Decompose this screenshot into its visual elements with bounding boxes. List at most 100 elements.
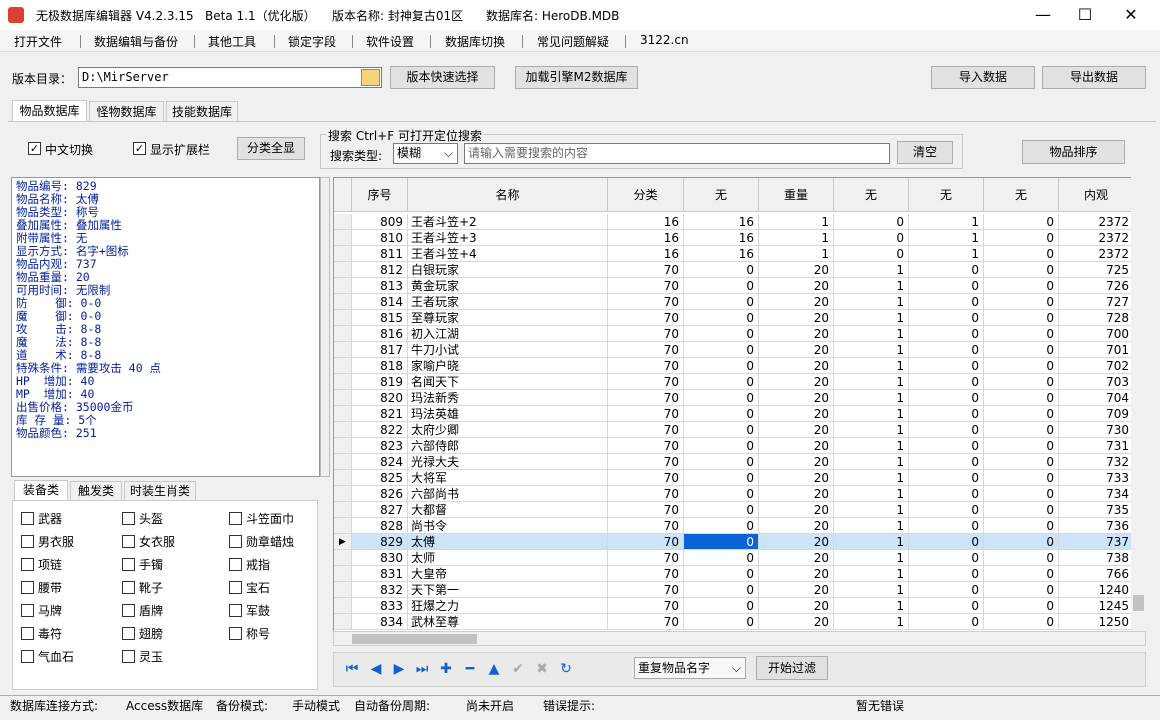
table-cell[interactable]: 733 — [1059, 470, 1134, 486]
table-cell[interactable]: 20 — [759, 406, 834, 422]
grid-header[interactable]: 序号 — [352, 178, 408, 212]
minimize-button[interactable]: — — [1020, 0, 1066, 30]
table-cell[interactable]: 16 — [684, 246, 759, 262]
table-cell[interactable]: 0 — [684, 614, 759, 630]
table-cell[interactable]: 大将军 — [408, 470, 608, 486]
table-cell[interactable]: 817 — [352, 342, 408, 358]
edit-record-icon[interactable]: ▲ — [485, 660, 503, 678]
table-cell[interactable]: 0 — [834, 246, 909, 262]
row-indicator[interactable] — [334, 566, 352, 582]
table-cell[interactable]: 光禄大夫 — [408, 454, 608, 470]
table-cell[interactable]: 819 — [352, 374, 408, 390]
table-cell[interactable]: 725 — [1059, 262, 1134, 278]
table-cell[interactable]: 20 — [759, 470, 834, 486]
table-row[interactable]: 833 狂爆之力 70 0 20 1 0 0 1245 — [334, 598, 1134, 614]
row-indicator[interactable] — [334, 406, 352, 422]
category-checkbox[interactable] — [229, 627, 242, 640]
tab-monsters[interactable]: 怪物数据库 — [89, 101, 164, 121]
table-cell[interactable]: 0 — [984, 470, 1059, 486]
table-cell[interactable]: 20 — [759, 566, 834, 582]
table-cell[interactable]: 70 — [608, 454, 684, 470]
table-cell[interactable]: 1 — [834, 454, 909, 470]
maximize-button[interactable]: ☐ — [1062, 0, 1108, 30]
table-cell[interactable]: 20 — [759, 374, 834, 390]
table-cell[interactable]: 809 — [352, 214, 408, 230]
table-cell[interactable]: 1 — [759, 214, 834, 230]
table-cell[interactable]: 70 — [608, 502, 684, 518]
grid-header[interactable]: 分类 — [608, 178, 684, 212]
table-row[interactable]: 817 牛刀小试 70 0 20 1 0 0 701 — [334, 342, 1134, 358]
table-cell[interactable]: 0 — [984, 358, 1059, 374]
table-cell[interactable]: 大皇帝 — [408, 566, 608, 582]
table-cell[interactable]: 16 — [608, 246, 684, 262]
table-cell[interactable]: 70 — [608, 534, 684, 550]
category-checkbox[interactable] — [229, 604, 242, 617]
table-row[interactable]: 810 王者斗笠+3 16 16 1 0 1 0 2372 — [334, 230, 1134, 246]
table-cell[interactable]: 816 — [352, 326, 408, 342]
category-checkbox[interactable] — [21, 535, 34, 548]
table-cell[interactable]: 0 — [984, 550, 1059, 566]
table-row[interactable]: 813 黄金玩家 70 0 20 1 0 0 726 — [334, 278, 1134, 294]
table-row[interactable]: 823 六部侍郎 70 0 20 1 0 0 731 — [334, 438, 1134, 454]
table-row[interactable]: 820 玛法新秀 70 0 20 1 0 0 704 — [334, 390, 1134, 406]
table-cell[interactable]: 1 — [834, 534, 909, 550]
chinese-switch-checkbox[interactable]: ✓ — [28, 142, 41, 155]
post-record-icon[interactable]: ✔ — [509, 660, 527, 678]
table-cell[interactable]: 20 — [759, 614, 834, 630]
table-cell[interactable]: 0 — [909, 518, 984, 534]
table-cell[interactable]: 20 — [759, 582, 834, 598]
table-cell[interactable]: 704 — [1059, 390, 1134, 406]
table-cell[interactable]: 20 — [759, 550, 834, 566]
table-cell[interactable]: 20 — [759, 390, 834, 406]
menu-site[interactable]: 3122.cn — [640, 33, 689, 47]
category-checkbox[interactable] — [122, 650, 135, 663]
table-cell[interactable]: 0 — [684, 294, 759, 310]
table-cell[interactable]: 0 — [684, 358, 759, 374]
table-cell[interactable]: 0 — [684, 374, 759, 390]
table-cell[interactable]: 武林至尊 — [408, 614, 608, 630]
table-cell[interactable]: 0 — [684, 470, 759, 486]
table-cell[interactable]: 0 — [684, 342, 759, 358]
row-indicator[interactable] — [334, 310, 352, 326]
table-cell[interactable]: 1 — [834, 342, 909, 358]
row-indicator[interactable] — [334, 454, 352, 470]
table-cell[interactable]: 735 — [1059, 502, 1134, 518]
table-cell[interactable]: 太傅 — [408, 534, 608, 550]
table-cell[interactable]: 825 — [352, 470, 408, 486]
row-indicator[interactable] — [334, 214, 352, 230]
table-cell[interactable]: 0 — [984, 406, 1059, 422]
table-cell[interactable]: 732 — [1059, 454, 1134, 470]
table-cell[interactable]: 0 — [909, 598, 984, 614]
table-cell[interactable]: 70 — [608, 294, 684, 310]
table-cell[interactable]: 0 — [684, 566, 759, 582]
table-cell[interactable]: 太师 — [408, 550, 608, 566]
tab-equipment[interactable]: 装备类 — [14, 480, 68, 500]
table-cell[interactable]: 至尊玩家 — [408, 310, 608, 326]
table-cell[interactable]: 0 — [909, 326, 984, 342]
table-cell[interactable]: 0 — [684, 486, 759, 502]
table-cell[interactable]: 1 — [759, 230, 834, 246]
table-cell[interactable]: 1 — [834, 486, 909, 502]
table-cell[interactable]: 20 — [759, 422, 834, 438]
row-indicator[interactable] — [334, 438, 352, 454]
table-cell[interactable]: 70 — [608, 486, 684, 502]
table-cell[interactable]: 822 — [352, 422, 408, 438]
table-cell[interactable]: 832 — [352, 582, 408, 598]
table-cell[interactable]: 0 — [984, 246, 1059, 262]
table-cell[interactable]: 0 — [984, 598, 1059, 614]
table-cell[interactable]: 狂爆之力 — [408, 598, 608, 614]
table-cell[interactable]: 16 — [608, 230, 684, 246]
table-cell[interactable]: 0 — [909, 438, 984, 454]
table-cell[interactable]: 1 — [759, 246, 834, 262]
table-row[interactable]: 834 武林至尊 70 0 20 1 0 0 1250 — [334, 614, 1134, 630]
table-cell[interactable]: 731 — [1059, 438, 1134, 454]
table-cell[interactable]: 0 — [984, 422, 1059, 438]
table-cell[interactable]: 70 — [608, 342, 684, 358]
table-cell[interactable]: 0 — [909, 342, 984, 358]
delete-record-icon[interactable]: ━ — [461, 660, 479, 678]
row-indicator[interactable] — [334, 294, 352, 310]
table-cell[interactable]: 1 — [909, 230, 984, 246]
table-cell[interactable]: 大都督 — [408, 502, 608, 518]
table-cell[interactable]: 1 — [834, 310, 909, 326]
refresh-icon[interactable]: ↻ — [557, 660, 575, 678]
